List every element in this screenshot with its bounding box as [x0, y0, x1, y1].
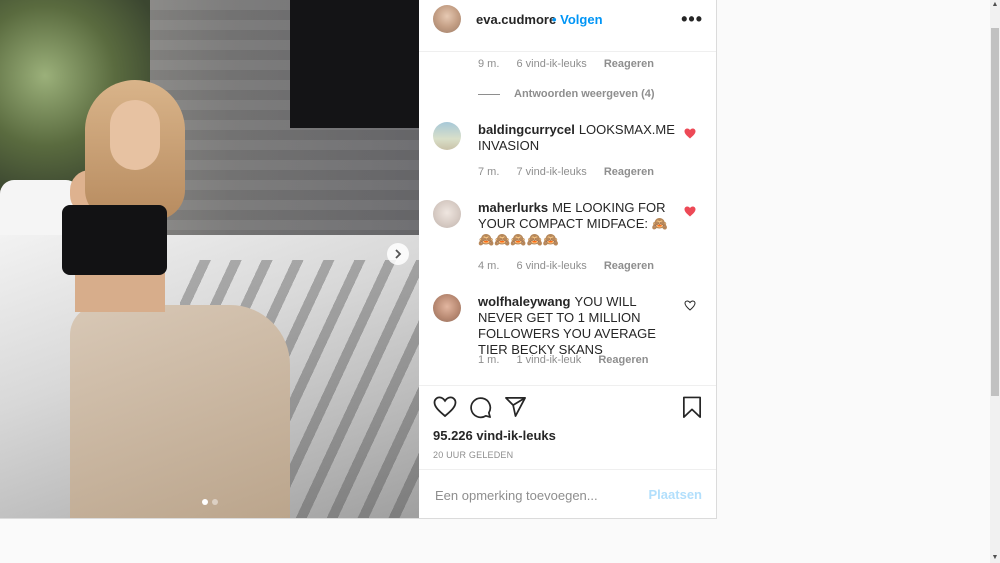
scroll-up-icon[interactable]: ▲ — [990, 0, 1000, 10]
comment-likes[interactable]: 7 vind-ik-leuks — [516, 166, 586, 178]
post-comment-button[interactable]: Plaatsen — [649, 487, 702, 502]
photo-person-pants — [70, 305, 290, 518]
prior-comment-meta: 9 m. 6 vind-ik-leuks Reageren — [478, 58, 668, 70]
page-scrollbar[interactable]: ▲ ▼ — [990, 0, 1000, 563]
comment-text: baldingcurrycel LOOKSMAX.ME INVASION — [478, 122, 678, 154]
next-photo-button[interactable] — [387, 243, 409, 265]
reply-button[interactable]: Reageren — [604, 166, 654, 178]
chevron-right-icon — [395, 249, 402, 259]
reply-button[interactable]: Reageren — [604, 260, 654, 272]
comment-button[interactable] — [469, 396, 492, 424]
likes-count[interactable]: 95.226 vind-ik-leuks — [433, 428, 556, 443]
comment-time: 7 m. — [478, 166, 500, 178]
heart-filled-icon — [684, 206, 696, 217]
reply-button[interactable]: Reageren — [598, 354, 648, 366]
like-comment-button[interactable] — [684, 126, 696, 144]
comment-username[interactable]: maherlurks — [478, 200, 548, 215]
comment-likes[interactable]: 6 vind-ik-leuks — [516, 58, 586, 70]
avatar[interactable] — [433, 200, 461, 228]
comment-likes[interactable]: 1 vind-ik-leuk — [516, 354, 581, 366]
like-button[interactable] — [433, 396, 457, 423]
view-replies-label: Antwoorden weergeven (4) — [514, 88, 655, 100]
view-replies-button[interactable]: Antwoorden weergeven (4) — [478, 88, 655, 100]
photo-person-waist — [75, 272, 165, 312]
comment-text: wolfhaleywang YOU WILL NEVER GET TO 1 MIL… — [478, 294, 678, 358]
like-comment-button[interactable] — [684, 204, 696, 222]
follow-button[interactable]: • Volgen — [552, 12, 603, 27]
more-options-icon[interactable]: ••• — [681, 9, 703, 30]
post-side-panel: eva.cudmore • Volgen ••• 9 m. 6 vind-ik-… — [419, 0, 716, 518]
carousel-dot — [211, 499, 218, 505]
comment-likes[interactable]: 6 vind-ik-leuks — [516, 260, 586, 272]
heart-outline-icon — [684, 300, 696, 311]
replies-divider — [478, 93, 500, 95]
comment-time: 9 m. — [478, 58, 500, 70]
speech-bubble-icon — [470, 397, 492, 419]
add-comment-bar: Plaatsen — [419, 469, 716, 519]
reply-button[interactable]: Reageren — [604, 58, 654, 70]
scroll-down-icon[interactable]: ▼ — [990, 553, 1000, 563]
save-button[interactable] — [682, 396, 702, 424]
heart-filled-icon — [684, 128, 696, 139]
post-container: eva.cudmore • Volgen ••• 9 m. 6 vind-ik-… — [0, 0, 717, 519]
comment-username[interactable]: baldingcurrycel — [478, 122, 575, 137]
avatar[interactable] — [433, 5, 461, 33]
post-header: eva.cudmore • Volgen ••• — [419, 0, 716, 52]
photo-person-face — [110, 100, 160, 170]
comment-text: maherlurks ME LOOKING FOR YOUR COMPACT MI… — [478, 200, 678, 248]
carousel-indicator — [0, 499, 419, 505]
post-time[interactable]: 20 UUR GELEDEN — [433, 450, 513, 460]
comment-meta: 4 m. 6 vind-ik-leuks Reageren — [478, 260, 668, 272]
comment-meta: 1 m. 1 vind-ik-leuk Reageren — [478, 354, 662, 366]
comment-time: 4 m. — [478, 260, 500, 272]
comment-username[interactable]: wolfhaleywang — [478, 294, 570, 309]
comment-input[interactable] — [433, 484, 637, 506]
header-username[interactable]: eva.cudmore — [476, 12, 556, 27]
post-photo[interactable] — [0, 0, 419, 518]
avatar[interactable] — [433, 122, 461, 150]
like-comment-button[interactable] — [684, 298, 696, 316]
post-actions: 95.226 vind-ik-leuks 20 UUR GELEDEN — [419, 385, 716, 470]
carousel-dot — [201, 499, 208, 505]
photo-tv — [290, 0, 419, 128]
paper-plane-icon — [505, 397, 526, 417]
photo-person-top — [62, 205, 167, 275]
bookmark-icon — [682, 396, 702, 418]
share-button[interactable] — [504, 396, 527, 423]
heart-outline-icon — [433, 396, 457, 418]
comment-time: 1 m. — [478, 354, 500, 366]
comment-meta: 7 m. 7 vind-ik-leuks Reageren — [478, 166, 668, 178]
scrollbar-thumb[interactable] — [991, 28, 999, 396]
avatar[interactable] — [433, 294, 461, 322]
